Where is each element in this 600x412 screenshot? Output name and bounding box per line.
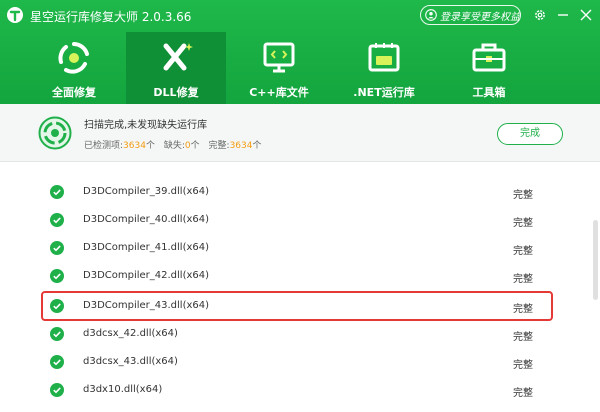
dll-name: d3dcsx_43.dll(x64) <box>83 356 178 367</box>
net-box-icon <box>368 43 400 72</box>
main-tabs: 全面修复 DLL修复 C++库文件 .NET运行库 工具箱 <box>0 32 600 104</box>
check-circle-icon <box>50 355 64 369</box>
login-label: 登录享受更多权益 <box>440 11 520 23</box>
list-item[interactable]: D3DCompiler_40.dll(x64) 完整 <box>0 206 590 234</box>
app-title: 星空运行库修复大师 2.0.3.66 <box>30 10 192 24</box>
minimize-icon[interactable] <box>556 8 570 22</box>
list-item[interactable]: d3dcsx_42.dll(x64) 完整 <box>0 320 590 348</box>
dll-status: 完整 <box>513 274 533 285</box>
highlight-box <box>41 291 553 321</box>
list-item[interactable]: d3dcsx_43.dll(x64) 完整 <box>0 348 590 376</box>
dll-name: D3DCompiler_39.dll(x64) <box>83 186 210 197</box>
list-item[interactable]: D3DCompiler_42.dll(x64) 完整 <box>0 262 590 290</box>
check-circle-icon <box>50 269 64 283</box>
tab-net-runtime[interactable]: .NET运行库 <box>334 32 434 104</box>
dll-status: 完整 <box>513 360 533 371</box>
check-circle-icon <box>50 241 64 255</box>
dll-tools-icon <box>163 43 193 71</box>
tab-full-repair[interactable]: 全面修复 <box>24 32 124 104</box>
dll-status: 完整 <box>513 388 533 399</box>
tab-label: 全面修复 <box>52 86 96 99</box>
missing-label: 缺失: <box>163 141 185 151</box>
missing-unit: 个 <box>190 141 200 151</box>
tab-toolbox[interactable]: 工具箱 <box>439 32 539 104</box>
toolbox-icon <box>472 43 506 72</box>
dll-name: d3dcsx_42.dll(x64) <box>83 328 178 339</box>
dll-name: d3dx10.dll(x64) <box>83 384 163 395</box>
app-logo-icon <box>7 7 23 23</box>
login-button[interactable]: 登录享受更多权益 <box>420 5 521 25</box>
repair-cycle-icon <box>58 42 89 74</box>
dll-name: D3DCompiler_42.dll(x64) <box>83 270 210 281</box>
scan-complete-icon <box>38 116 72 150</box>
checked-label: 已检测项: <box>84 141 124 151</box>
scan-summary: 已检测项:3634个 缺失:0个 完整:3634个 <box>84 138 261 151</box>
checked-unit: 个 <box>145 141 155 151</box>
code-monitor-icon <box>263 42 295 73</box>
app-header: 星空运行库修复大师 2.0.3.66 登录享受更多权益 全面修复 DLL修复 C… <box>0 0 600 104</box>
check-circle-icon <box>50 185 64 199</box>
complete-label: 完整: <box>208 141 230 151</box>
dll-name: D3DCompiler_41.dll(x64) <box>83 242 210 253</box>
list-scrollbar[interactable] <box>593 170 599 412</box>
dll-status: 完整 <box>513 190 533 201</box>
user-icon <box>425 9 437 21</box>
check-circle-icon <box>50 327 64 341</box>
tab-dll-repair[interactable]: DLL修复 <box>126 32 226 104</box>
tab-label: 工具箱 <box>472 86 506 99</box>
scroll-thumb[interactable] <box>593 220 598 300</box>
checked-count: 3634 <box>123 141 146 151</box>
dll-name: D3DCompiler_40.dll(x64) <box>83 214 210 225</box>
dll-status: 完整 <box>513 218 533 229</box>
list-item[interactable]: D3DCompiler_41.dll(x64) 完整 <box>0 234 590 262</box>
complete-count: 3634 <box>229 141 253 151</box>
close-icon[interactable] <box>579 8 593 22</box>
check-circle-icon <box>50 383 64 397</box>
dll-status: 完整 <box>513 246 533 257</box>
settings-gear-icon[interactable] <box>533 8 547 22</box>
tab-label: DLL修复 <box>153 86 199 99</box>
list-item[interactable]: D3DCompiler_39.dll(x64) 完整 <box>0 178 590 206</box>
tab-label: .NET运行库 <box>353 86 415 99</box>
done-button[interactable]: 完成 <box>497 123 563 145</box>
check-circle-icon <box>50 213 64 227</box>
title-bar: 星空运行库修复大师 2.0.3.66 登录享受更多权益 <box>0 0 600 32</box>
list-item[interactable]: d3dx10.dll(x64) 完整 <box>0 376 590 404</box>
tab-cpp-library[interactable]: C++库文件 <box>229 32 329 104</box>
tab-label: C++库文件 <box>249 86 309 99</box>
complete-unit: 个 <box>252 141 262 151</box>
scan-message: 扫描完成,未发现缺失运行库 <box>84 120 208 131</box>
dll-status: 完整 <box>513 332 533 343</box>
